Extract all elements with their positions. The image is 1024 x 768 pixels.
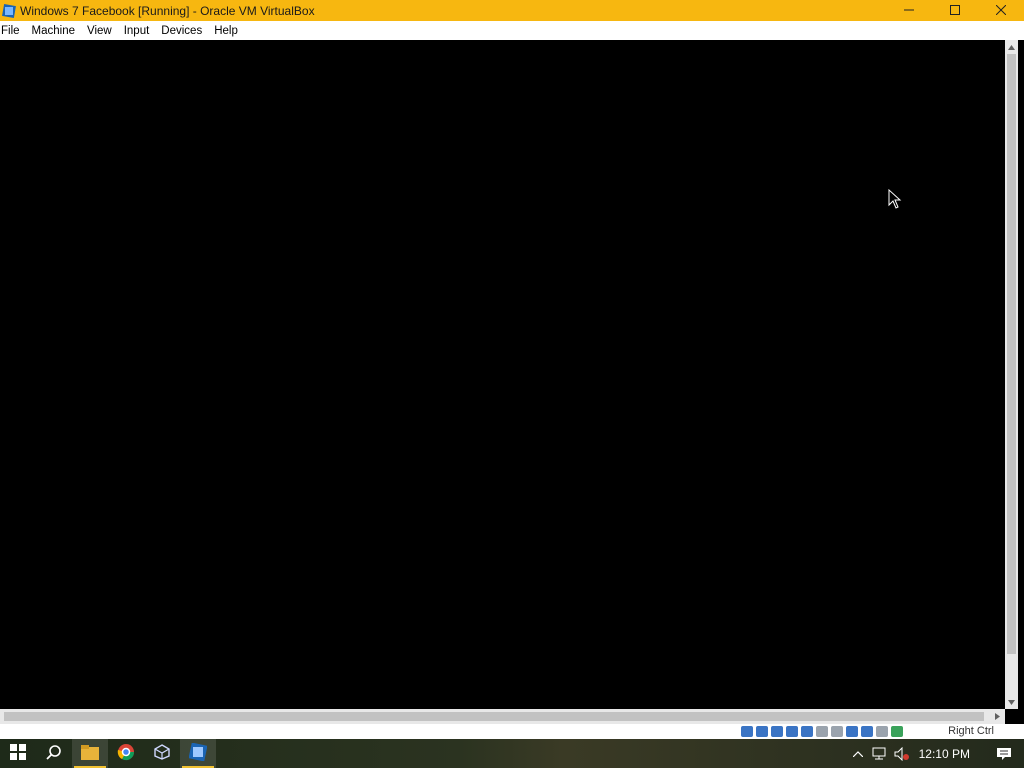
file-explorer-icon (81, 744, 99, 763)
taskbar-chrome[interactable] (108, 739, 144, 768)
maximize-button[interactable] (932, 0, 978, 21)
virtualbox-icon (2, 3, 16, 18)
display-icon[interactable] (831, 726, 843, 737)
scroll-up-icon[interactable] (1005, 41, 1018, 53)
audio-icon[interactable] (771, 726, 783, 737)
horizontal-scrollbar[interactable] (0, 709, 1005, 724)
close-button[interactable] (978, 0, 1024, 21)
vertical-scroll-thumb[interactable] (1007, 54, 1016, 654)
start-icon (10, 744, 26, 763)
search-icon (46, 744, 62, 763)
minimize-icon (904, 4, 914, 18)
virtualbox-vm-icon (188, 742, 208, 764)
window-edge (1018, 40, 1024, 709)
start-button[interactable] (0, 739, 36, 768)
minimize-button[interactable] (886, 0, 932, 21)
maximize-icon (950, 4, 960, 18)
vm-statusbar: Right Ctrl (0, 724, 1024, 739)
volume-muted-icon[interactable] (891, 739, 913, 768)
search-button[interactable] (36, 739, 72, 768)
chrome-icon (117, 743, 135, 764)
taskbar-file-explorer[interactable] (72, 739, 108, 768)
taskbar-clock[interactable]: 12:10 PM (919, 747, 970, 761)
keyboard-icon[interactable] (891, 726, 903, 737)
menu-help[interactable]: Help (210, 25, 246, 37)
menu-view[interactable]: View (83, 25, 120, 37)
vm-display[interactable] (0, 40, 1005, 709)
menu-bar: File Machine View Input Devices Help (0, 21, 1024, 40)
virtualization-icon[interactable] (861, 726, 873, 737)
taskbar-virtualbox-manager[interactable] (144, 739, 180, 768)
video-capture-icon[interactable] (846, 726, 858, 737)
host-key-label: Right Ctrl (948, 725, 994, 737)
optical-drive-icon[interactable] (756, 726, 768, 737)
usb-icon[interactable] (801, 726, 813, 737)
vertical-scrollbar[interactable] (1005, 40, 1018, 709)
window-titlebar[interactable]: Windows 7 Facebook [Running] - Oracle VM… (0, 0, 1024, 21)
windows-taskbar: 12:10 PM (0, 739, 1024, 768)
mouse-integration-icon[interactable] (876, 726, 888, 737)
taskbar-virtualbox-vm[interactable] (180, 739, 216, 768)
mouse-cursor-icon (888, 188, 902, 209)
chevron-up-icon[interactable] (847, 739, 869, 768)
hard-disk-icon[interactable] (741, 726, 753, 737)
virtualbox-manager-icon (154, 744, 170, 763)
system-tray: 12:10 PM (847, 739, 1024, 768)
close-icon (995, 4, 1007, 18)
shared-folders-icon[interactable] (816, 726, 828, 737)
menu-devices[interactable]: Devices (157, 25, 210, 37)
scroll-down-icon[interactable] (1005, 696, 1018, 708)
scroll-right-icon[interactable] (991, 709, 1003, 724)
network-icon[interactable] (869, 739, 891, 768)
menu-input[interactable]: Input (120, 25, 158, 37)
horizontal-scroll-thumb[interactable] (4, 712, 984, 721)
network-icon[interactable] (786, 726, 798, 737)
menu-machine[interactable]: Machine (28, 25, 83, 37)
action-center-icon[interactable] (984, 739, 1024, 768)
menu-file[interactable]: File (0, 25, 28, 37)
window-title: Windows 7 Facebook [Running] - Oracle VM… (20, 3, 315, 18)
